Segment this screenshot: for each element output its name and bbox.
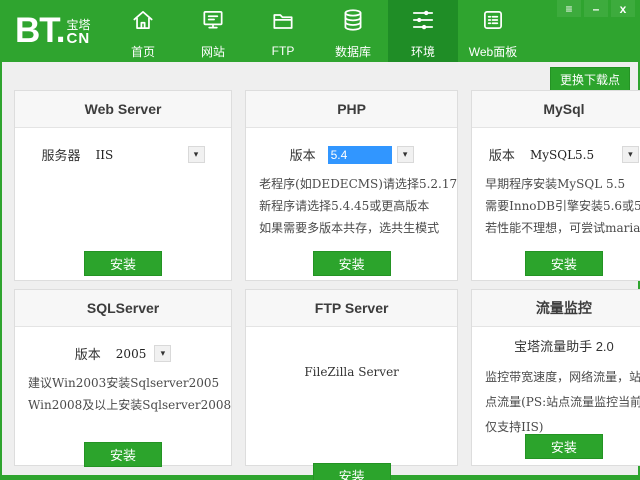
note-line: 需要InnoDB引擎安装5.6或5.7 [485,195,640,217]
toolbar: 更换下载点 [2,62,638,90]
database-icon [340,7,366,38]
card-notes: 建议Win2003安装Sqlserver2005 Win2008及以上安装Sql… [15,372,231,416]
install-button[interactable]: 安装 [84,251,162,276]
traffic-description: 监控带宽速度，网络流量，站点流量(PS:站点流量监控当前仅支持IIS) [472,365,640,440]
webserver-select[interactable]: IIS ▾ [93,146,205,164]
nav-tab-home[interactable]: 首页 [108,0,178,62]
card-body: 宝塔流量助手 2.0 监控带宽速度，网络流量，站点流量(PS:站点流量监控当前仅… [472,336,640,473]
ftp-software-name: FileZilla Server [246,365,457,379]
card-body: 版本 2005 ▾ 建议Win2003安装Sqlserver2005 Win20… [15,344,231,480]
card-title: 流量监控 [472,290,640,327]
chevron-down-icon[interactable]: ▾ [622,146,639,163]
note-line: 早期程序安装MySQL 5.5 [485,173,640,195]
install-button[interactable]: 安装 [313,251,391,276]
field-label: 服务器 [42,145,81,164]
chevron-down-icon[interactable]: ▾ [397,146,414,163]
selected-value: 2005 [113,345,150,363]
folder-icon [270,8,296,39]
card-traffic-monitor: 流量监控 宝塔流量助手 2.0 监控带宽速度，网络流量，站点流量(PS:站点流量… [471,289,640,466]
note-line: Win2008及以上安装Sqlserver2008 [28,394,231,416]
card-title: MySql [472,91,640,128]
card-title: Web Server [15,91,231,128]
card-web-server: Web Server 服务器 IIS ▾ 安装 [14,90,232,281]
card-body: 服务器 IIS ▾ 安装 [15,145,231,296]
nav-tab-label: FTP [272,44,295,58]
panel-icon [480,7,506,38]
php-version-select[interactable]: 5.4 ▾ [328,146,414,164]
content-area: 更换下载点 Web Server 服务器 IIS ▾ 安装 [2,62,638,475]
install-button[interactable]: 安装 [525,251,603,276]
version-field-row: 版本 2005 ▾ [15,344,231,363]
nav-tab-environment[interactable]: 环境 [388,0,458,62]
nav-tab-label: 首页 [131,43,155,60]
card-mysql: MySql 版本 MySQL5.5 ▾ 早期程序安装MySQL 5.5 需要In… [471,90,640,281]
field-label: 版本 [489,145,515,164]
note-line: 如果需要多版本共存，选共生模式 [259,217,457,239]
header-bar: BT. 宝塔 CN 首页 网站 [0,0,640,62]
install-button[interactable]: 安装 [313,463,391,480]
chevron-down-icon[interactable]: ▾ [154,345,171,362]
version-field-row: 版本 5.4 ▾ [246,145,457,164]
sqlserver-version-select[interactable]: 2005 ▾ [113,345,172,363]
note-line: 老程序(如DEDECMS)请选择5.2.17 [259,173,457,195]
card-php: PHP 版本 5.4 ▾ 老程序(如DEDECMS)请选择5.2.17 新程序请… [245,90,458,281]
traffic-helper-name: 宝塔流量助手 2.0 [472,336,640,355]
card-notes: 老程序(如DEDECMS)请选择5.2.17 新程序请选择5.4.45或更高版本… [246,173,457,239]
menu-icon[interactable]: ≡ [557,0,581,17]
selected-value: 5.4 [328,146,392,164]
card-title: SQLServer [15,290,231,327]
nav-tab-website[interactable]: 网站 [178,0,248,62]
change-download-node-button[interactable]: 更换下载点 [550,67,630,92]
selected-value: MySQL5.5 [527,146,597,164]
window-controls: ≡ – x [554,0,635,17]
server-field-row: 服务器 IIS ▾ [15,145,231,164]
card-title: FTP Server [246,290,457,327]
field-label: 版本 [290,145,316,164]
nav-tab-label: 数据库 [335,43,371,60]
note-line: 建议Win2003安装Sqlserver2005 [28,372,231,394]
logo-text: BT. [15,11,65,51]
version-field-row: 版本 MySQL5.5 ▾ [472,145,640,164]
logo-domain: CN [67,31,91,47]
selected-value: IIS [93,146,117,164]
cards-grid: Web Server 服务器 IIS ▾ 安装 PHP [14,90,630,466]
card-body: 版本 MySQL5.5 ▾ 早期程序安装MySQL 5.5 需要InnoDB引擎… [472,145,640,296]
nav-tab-database[interactable]: 数据库 [318,0,388,62]
nav-tab-webpanel[interactable]: Web面板 [458,0,528,62]
install-button[interactable]: 安装 [84,442,162,467]
nav-tab-label: 网站 [201,43,225,60]
field-label: 版本 [75,344,101,363]
minimize-icon[interactable]: – [584,0,608,17]
card-title: PHP [246,91,457,128]
card-sqlserver: SQLServer 版本 2005 ▾ 建议Win2003安装Sqlserver… [14,289,232,466]
close-icon[interactable]: x [611,0,635,17]
mysql-version-select[interactable]: MySQL5.5 ▾ [527,146,639,164]
sliders-icon [410,7,436,38]
nav-tab-ftp[interactable]: FTP [248,0,318,62]
website-icon [200,7,226,38]
nav-tab-label: Web面板 [469,43,517,60]
logo-stack: 宝塔 CN [67,19,91,47]
note-line: 新程序请选择5.4.45或更高版本 [259,195,457,217]
install-button[interactable]: 安装 [525,434,603,459]
app-logo: BT. 宝塔 CN [0,0,108,62]
home-icon [130,7,156,38]
nav-tab-label: 环境 [411,43,435,60]
card-ftp-server: FTP Server FileZilla Server 安装 [245,289,458,466]
card-body: FileZilla Server 安装 [246,365,457,480]
note-line: 若性能不理想，可尝试mariadb [485,217,640,239]
card-notes: 早期程序安装MySQL 5.5 需要InnoDB引擎安装5.6或5.7 若性能不… [472,173,640,239]
app-window: BT. 宝塔 CN 首页 网站 [0,0,640,480]
card-body: 版本 5.4 ▾ 老程序(如DEDECMS)请选择5.2.17 新程序请选择5.… [246,145,457,296]
main-nav: 首页 网站 FTP 数据库 [108,0,528,62]
chevron-down-icon[interactable]: ▾ [188,146,205,163]
